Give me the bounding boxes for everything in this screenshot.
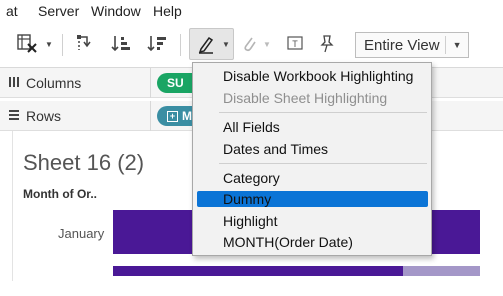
menu-server[interactable]: Server bbox=[38, 3, 79, 19]
menu-item-disable-sheet-highlighting: Disable Sheet Highlighting bbox=[223, 90, 388, 106]
clear-sheet-caret-icon[interactable]: ▼ bbox=[45, 40, 53, 49]
menu-item-category[interactable]: Category bbox=[223, 170, 280, 186]
show-labels-button[interactable]: T bbox=[284, 32, 306, 58]
menu-item-month-order-date[interactable]: MONTH(Order Date) bbox=[223, 234, 353, 250]
highlight-dropdown-menu: Disable Workbook Highlighting Disable Sh… bbox=[192, 62, 432, 256]
clear-sheet-button[interactable] bbox=[14, 32, 40, 58]
menu-item-dummy[interactable]: Dummy bbox=[223, 191, 271, 207]
swap-rows-columns-icon bbox=[75, 33, 95, 58]
row-header[interactable]: Month of Or.. bbox=[23, 187, 97, 201]
bar-next-light[interactable] bbox=[403, 266, 480, 276]
shelf-divider bbox=[150, 101, 151, 131]
columns-shelf-label-group: Columns bbox=[8, 75, 81, 91]
expand-icon: + bbox=[167, 110, 178, 122]
columns-icon bbox=[8, 75, 20, 91]
menu-item-dates-and-times[interactable]: Dates and Times bbox=[223, 141, 328, 157]
toolbar-separator bbox=[62, 34, 63, 56]
highlight-pencil-icon bbox=[196, 34, 216, 59]
sort-descending-icon bbox=[147, 33, 167, 58]
sort-ascending-button[interactable] bbox=[108, 32, 134, 58]
menu-separator bbox=[219, 112, 427, 113]
menu-item-highlight[interactable]: Highlight bbox=[223, 213, 277, 229]
menu-bar: at Server Window Help bbox=[0, 0, 503, 22]
toolbar-separator bbox=[180, 34, 181, 56]
fit-view-label: Entire View bbox=[364, 36, 440, 54]
text-label-icon: T bbox=[286, 34, 304, 57]
clear-sheet-icon bbox=[16, 33, 38, 58]
menu-item-disable-workbook-highlighting[interactable]: Disable Workbook Highlighting bbox=[223, 68, 413, 84]
chevron-down-icon: ▼ bbox=[452, 40, 462, 50]
fit-view-select[interactable]: Entire View ▼ bbox=[355, 32, 469, 58]
rows-shelf-label-group: Rows bbox=[8, 108, 61, 124]
sort-ascending-icon bbox=[111, 33, 131, 58]
menu-help[interactable]: Help bbox=[153, 3, 182, 19]
highlight-caret-icon[interactable]: ▼ bbox=[222, 40, 230, 49]
svg-text:T: T bbox=[292, 39, 298, 49]
sheet-title: Sheet 16 (2) bbox=[23, 150, 145, 175]
menu-item-all-fields[interactable]: All Fields bbox=[223, 119, 280, 135]
sort-descending-button[interactable] bbox=[144, 32, 170, 58]
annotate-caret-icon[interactable]: ▼ bbox=[263, 40, 271, 49]
row-label-january[interactable]: January bbox=[58, 226, 104, 241]
rows-icon bbox=[8, 108, 20, 124]
columns-label: Columns bbox=[26, 75, 82, 91]
menu-format[interactable]: at bbox=[6, 3, 18, 19]
paperclip-icon bbox=[241, 33, 257, 58]
swap-rows-columns-button[interactable] bbox=[72, 32, 98, 58]
bar-next-dark[interactable] bbox=[113, 266, 403, 276]
pin-icon bbox=[318, 33, 336, 58]
annotate-button[interactable] bbox=[238, 32, 260, 58]
menu-separator bbox=[219, 163, 427, 164]
rows-label: Rows bbox=[26, 108, 62, 124]
shelf-divider bbox=[150, 68, 151, 98]
rows-pill-label: M bbox=[182, 109, 192, 123]
sheet-border bbox=[12, 131, 13, 281]
fix-axes-button[interactable] bbox=[316, 32, 338, 58]
menu-window[interactable]: Window bbox=[91, 3, 141, 19]
